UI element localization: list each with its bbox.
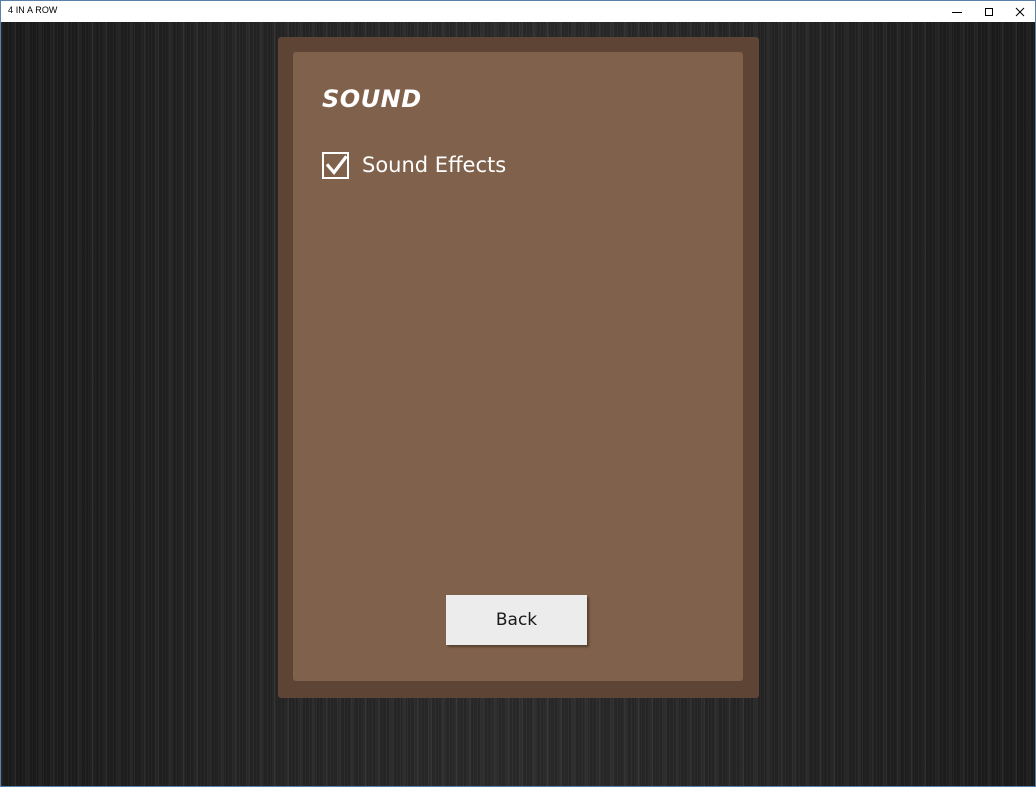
sound-effects-checkbox[interactable] <box>322 151 349 179</box>
back-button[interactable]: Back <box>446 595 587 645</box>
app-window: 4 IN A ROW SOUND Sound Effects Back <box>0 0 1036 787</box>
sound-effects-label: Sound Effects <box>362 153 507 177</box>
settings-panel-frame: SOUND Sound Effects Back <box>278 37 759 698</box>
window-title: 4 IN A ROW <box>8 5 58 15</box>
settings-panel: SOUND Sound Effects Back <box>293 52 743 681</box>
close-button[interactable] <box>1004 1 1036 22</box>
title-bar[interactable]: 4 IN A ROW <box>1 1 1035 22</box>
maximize-button[interactable] <box>973 1 1005 22</box>
minimize-button[interactable] <box>941 1 973 22</box>
maximize-icon <box>985 7 993 16</box>
wood-background: SOUND Sound Effects Back <box>1 22 1035 786</box>
section-heading: SOUND <box>322 85 422 113</box>
checkmark-icon <box>325 154 348 175</box>
minimize-icon <box>952 11 962 13</box>
close-icon <box>1015 7 1025 16</box>
sound-effects-toggle[interactable]: Sound Effects <box>322 149 506 181</box>
